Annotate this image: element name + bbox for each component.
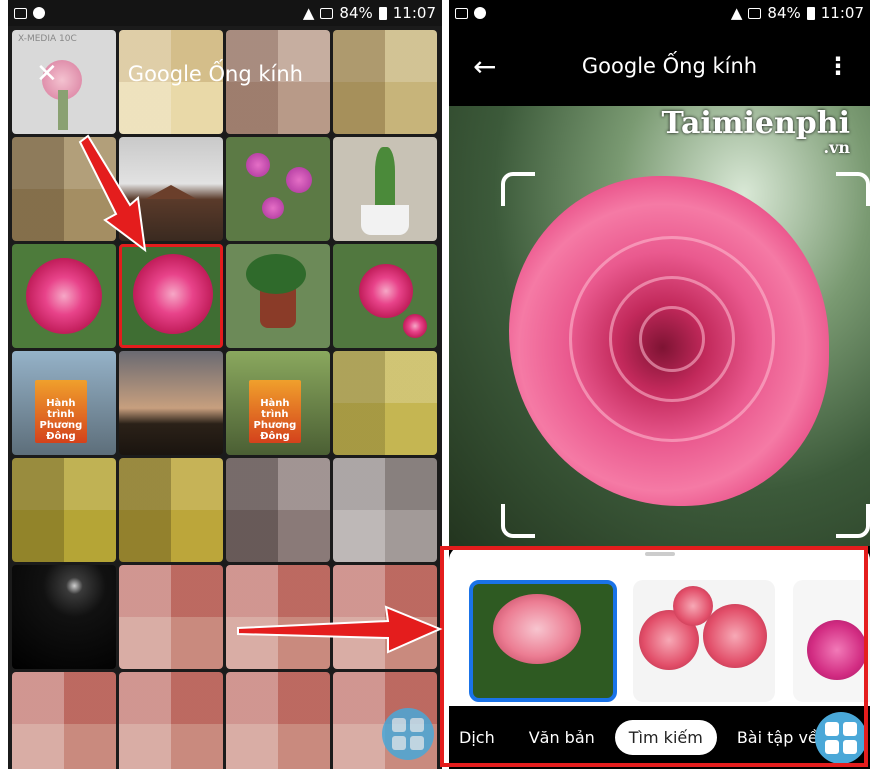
crop-corner-top-left[interactable] bbox=[501, 172, 535, 206]
lens-photo[interactable]: Taimienphi .vn bbox=[449, 106, 870, 546]
clock: 11:07 bbox=[820, 4, 864, 22]
photo-tile[interactable] bbox=[119, 458, 223, 562]
messenger-icon bbox=[33, 7, 45, 19]
rose-image bbox=[509, 176, 829, 506]
photo-tile[interactable]: Hành trình Phương Đông bbox=[226, 351, 330, 455]
mode-tabs: Dịch Văn bản Tìm kiếm Bài tập về nhà bbox=[449, 706, 870, 769]
photo-tile[interactable] bbox=[333, 244, 437, 348]
result-image[interactable] bbox=[633, 580, 775, 702]
photo-tile[interactable] bbox=[12, 244, 116, 348]
result-image-selected[interactable] bbox=[469, 580, 617, 702]
sheet-handle[interactable] bbox=[644, 552, 675, 556]
gallery-notification-icon bbox=[14, 7, 27, 19]
tab-translate[interactable]: Dịch bbox=[459, 728, 495, 747]
status-bar: ▲ 84% 11:07 bbox=[8, 0, 442, 26]
tab-search[interactable]: Tìm kiếm bbox=[614, 720, 717, 755]
crop-corner-top-right[interactable] bbox=[836, 172, 870, 206]
watermark-suffix: .vn bbox=[823, 138, 851, 157]
result-image[interactable] bbox=[793, 580, 870, 702]
messenger-icon bbox=[474, 7, 486, 19]
battery-saver-icon bbox=[748, 7, 762, 19]
apps-grid-icon[interactable] bbox=[815, 712, 867, 764]
battery-icon bbox=[806, 6, 815, 20]
signal-icon: ▲ bbox=[302, 4, 315, 22]
photo-tile[interactable] bbox=[333, 458, 437, 562]
photo-tile[interactable] bbox=[119, 565, 223, 669]
book-cover: Hành trình Phương Đông bbox=[248, 380, 301, 443]
results-sheet[interactable] bbox=[449, 546, 870, 706]
photo-grid: X-MEDIA 10C Hành trình Phương Đông Hành … bbox=[8, 26, 442, 769]
photo-tile[interactable] bbox=[226, 458, 330, 562]
photo-tile[interactable] bbox=[333, 565, 437, 669]
photo-tile[interactable] bbox=[12, 565, 116, 669]
gallery-title: Google Ống kính bbox=[127, 62, 303, 86]
photo-tile[interactable]: Hành trình Phương Đông bbox=[12, 351, 116, 455]
clock: 11:07 bbox=[392, 4, 436, 22]
battery-percent: 84% bbox=[767, 4, 801, 22]
photo-tile[interactable] bbox=[333, 137, 437, 241]
photo-tile[interactable] bbox=[226, 672, 330, 769]
battery-icon bbox=[378, 6, 387, 20]
selected-photo-tile[interactable] bbox=[119, 244, 223, 348]
photo-tile[interactable] bbox=[226, 244, 330, 348]
arrow-back-icon[interactable]: ← bbox=[473, 50, 513, 83]
tile-overlay-text: X-MEDIA 10C bbox=[18, 34, 77, 44]
lens-title: Google Ống kính bbox=[581, 54, 758, 78]
photo-tile[interactable] bbox=[226, 565, 330, 669]
watermark-text: Taimienphi bbox=[661, 106, 850, 141]
tab-text[interactable]: Văn bản bbox=[529, 728, 595, 747]
photo-tile[interactable] bbox=[333, 351, 437, 455]
lens-screen: ▲ 84% 11:07 ← Google Ống kính ⋮ Taimienp… bbox=[449, 0, 870, 769]
gallery-notification-icon bbox=[455, 7, 468, 19]
photo-tile[interactable] bbox=[119, 137, 223, 241]
photo-tile[interactable] bbox=[12, 672, 116, 769]
gallery-screen: ▲ 84% 11:07 ✕ Google Ống kính X-MEDIA 10… bbox=[8, 0, 442, 769]
close-icon[interactable]: ✕ bbox=[36, 59, 58, 89]
battery-saver-icon bbox=[320, 7, 334, 19]
photo-tile[interactable] bbox=[119, 672, 223, 769]
divider bbox=[442, 0, 449, 769]
photo-tile[interactable] bbox=[226, 137, 330, 241]
battery-percent: 84% bbox=[339, 4, 373, 22]
more-vert-icon[interactable]: ⋮ bbox=[826, 52, 850, 80]
photo-tile[interactable] bbox=[12, 137, 116, 241]
book-cover: Hành trình Phương Đông bbox=[34, 380, 87, 443]
status-bar: ▲ 84% 11:07 bbox=[449, 0, 870, 26]
watermark-logo: Taimienphi .vn bbox=[661, 106, 850, 157]
apps-grid-icon[interactable] bbox=[382, 708, 434, 760]
crop-corner-bottom-right[interactable] bbox=[836, 504, 870, 538]
signal-icon: ▲ bbox=[730, 4, 743, 22]
crop-corner-bottom-left[interactable] bbox=[501, 504, 535, 538]
lens-top-bar: ← Google Ống kính ⋮ bbox=[449, 26, 870, 106]
gallery-top-bar: ✕ Google Ống kính bbox=[36, 58, 432, 90]
photo-tile[interactable] bbox=[119, 351, 223, 455]
photo-tile[interactable] bbox=[12, 458, 116, 562]
